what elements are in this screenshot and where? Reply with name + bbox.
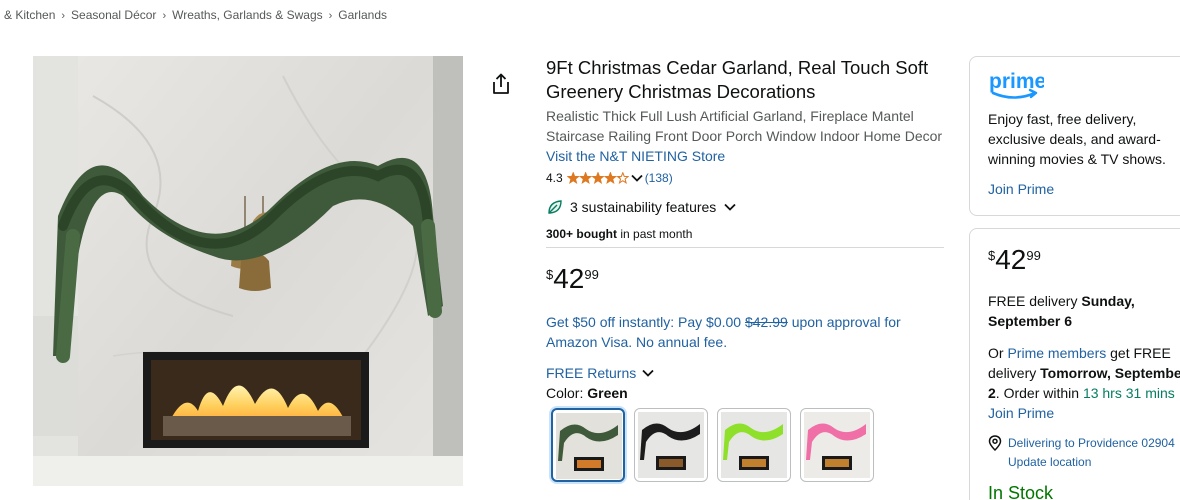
star-fill — [579, 172, 591, 183]
prime-logo-icon: prime — [989, 70, 1044, 99]
chevron-down-icon[interactable] — [631, 174, 643, 182]
chevron-down-icon[interactable] — [642, 369, 654, 377]
breadcrumb: & Kitchen › Seasonal Décor › Wreaths, Garlan… — [4, 8, 387, 22]
rating-value: 4.3 — [546, 171, 563, 185]
free-returns-label: FREE Returns — [546, 365, 637, 381]
product-details: 9Ft Christmas Cedar Garland, Real Touch … — [546, 56, 944, 482]
order-within-countdown: 13 hrs 31 mins — [1082, 385, 1175, 401]
share-icon[interactable] — [490, 72, 512, 96]
chevron-down-icon[interactable] — [724, 203, 736, 211]
fastest-delivery-info: Or Prime members get FREE delivery Tomor… — [988, 343, 1180, 423]
price-whole: 42 — [995, 244, 1027, 275]
star-rating[interactable] — [566, 172, 629, 184]
update-location-link[interactable]: Update location — [1008, 455, 1180, 469]
deliver-to-location[interactable]: Delivering to Providence 02904 — [988, 435, 1180, 451]
prime-logo-text: prime — [989, 70, 1044, 93]
fast-text: Or — [988, 345, 1008, 361]
prime-description: Enjoy fast, free delivery, exclusive dea… — [988, 111, 1166, 167]
leaf-icon — [548, 200, 562, 214]
prime-promo-box: prime Enjoy fast, free delivery, exclusi… — [969, 56, 1180, 216]
promo-strike-price: $42.99 — [744, 314, 788, 330]
price-fraction: 99 — [1026, 248, 1041, 263]
star-fill — [604, 172, 616, 183]
product-subtitle: Realistic Thick Full Lush Artificial Gar… — [546, 108, 943, 144]
rating-count-link[interactable]: (138) — [645, 171, 673, 185]
price-symbol: $ — [988, 248, 996, 263]
swatch-green[interactable] — [551, 408, 625, 482]
location-pin-icon — [988, 435, 1002, 451]
breadcrumb-item-kitchen[interactable]: & Kitchen — [4, 8, 55, 22]
swatch-lime[interactable] — [717, 408, 791, 482]
breadcrumb-item-garlands[interactable]: Garlands — [338, 8, 387, 22]
swatch-pink[interactable] — [800, 408, 874, 482]
stars-icon — [566, 172, 629, 184]
fast-delivery-date: Tomorrow, Septembe — [1040, 365, 1180, 381]
buybox-price: $ 42 99 — [988, 245, 1180, 275]
bought-suffix: in past month — [617, 227, 693, 241]
color-selection: Color: Green — [546, 385, 944, 403]
fast-text: get FREE — [1106, 345, 1171, 361]
swatch-black[interactable] — [634, 408, 708, 482]
sustainability-features[interactable]: 3 sustainability features — [546, 197, 944, 217]
bought-count: 300+ bought — [546, 227, 618, 241]
breadcrumb-separator: › — [61, 10, 66, 22]
star-fill — [592, 172, 604, 183]
product-title: 9Ft Christmas Cedar Garland, Real Touch … — [546, 57, 929, 102]
free-returns[interactable]: FREE Returns — [546, 363, 944, 383]
deliver-to-text: Delivering to Providence 02904 — [1008, 436, 1175, 450]
visa-promo-link[interactable]: Get $50 off instantly: Pay $0.00 $42.99 … — [546, 312, 944, 352]
product-price: $ 42 99 — [546, 264, 944, 294]
fast-text: . Order within — [995, 385, 1083, 401]
breadcrumb-separator: › — [162, 10, 167, 22]
price-fraction: 99 — [584, 267, 599, 282]
store-link[interactable]: Visit the N&T NIETING Store — [546, 146, 944, 166]
breadcrumb-separator: › — [328, 10, 333, 22]
bought-in-past-month: 300+ bought in past month — [546, 227, 944, 248]
delivery-label: FREE delivery — [988, 293, 1082, 309]
price-symbol: $ — [546, 267, 554, 282]
color-label: Color: — [546, 385, 588, 401]
breadcrumb-item-seasonal-decor[interactable]: Seasonal Décor — [71, 8, 156, 22]
free-delivery-info: FREE delivery Sunday, September 6 — [988, 291, 1180, 331]
star-fill — [567, 172, 579, 183]
buy-box: $ 42 99 FREE delivery Sunday, September … — [969, 228, 1180, 500]
fast-text: delivery — [988, 365, 1041, 381]
price-whole: 42 — [553, 263, 585, 294]
sustainability-label: 3 sustainability features — [570, 199, 717, 215]
rating-row[interactable]: 4.3 (138) — [546, 169, 944, 187]
promo-text-pre: Get $50 off instantly: Pay $0.00 — [546, 314, 745, 330]
stock-status: In Stock — [988, 483, 1054, 500]
color-swatches — [551, 408, 944, 482]
join-prime-link[interactable]: Join Prime — [988, 181, 1180, 197]
join-prime-link[interactable]: Join Prime — [988, 405, 1054, 421]
color-value: Green — [587, 385, 628, 401]
breadcrumb-item-wreaths[interactable]: Wreaths, Garlands & Swags — [172, 8, 323, 22]
product-main-image[interactable] — [33, 56, 463, 486]
fast-delivery-date-end: 2 — [988, 385, 996, 401]
prime-members-link[interactable]: Prime members — [1007, 345, 1106, 361]
